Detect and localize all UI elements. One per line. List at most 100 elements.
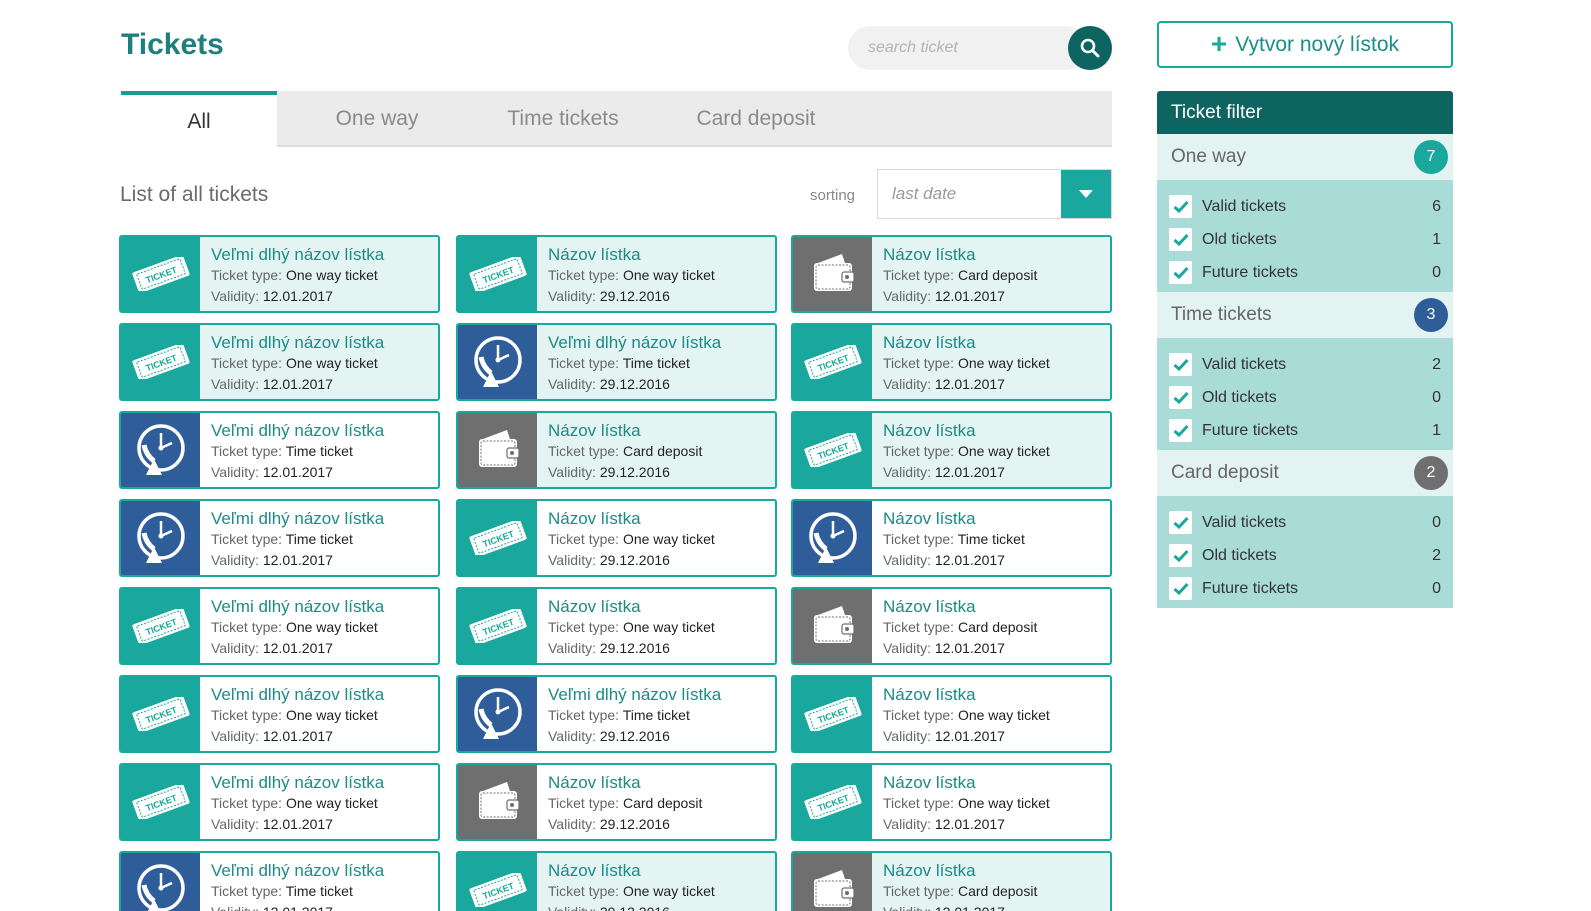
- ticket-card[interactable]: TICKET Veľmi dlhý názov lístka Ticket ty…: [119, 235, 440, 313]
- filter-option-old-tickets[interactable]: Old tickets 0: [1157, 381, 1453, 414]
- sorting-dropdown-button[interactable]: [1061, 170, 1111, 218]
- ticket-validity-value: 12.01.2017: [263, 904, 333, 911]
- filter-checkbox[interactable]: [1169, 261, 1192, 284]
- ticket-type-value: Card deposit: [622, 443, 703, 459]
- wallet-icon: [813, 254, 855, 291]
- filter-checkbox[interactable]: [1169, 353, 1192, 376]
- ticket-type-label: Ticket type:: [548, 443, 620, 459]
- ticket-card[interactable]: TICKET Veľmi dlhý názov lístka Ticket ty…: [119, 587, 440, 665]
- sorting-select[interactable]: last date: [877, 169, 1112, 219]
- filter-option-valid-tickets[interactable]: Valid tickets 0: [1157, 506, 1453, 539]
- ticket-type-value: Time ticket: [285, 883, 353, 899]
- ticket-name: Názov lístka: [548, 509, 641, 528]
- filter-option-valid-tickets[interactable]: Valid tickets 6: [1157, 190, 1453, 223]
- ticket-type: Ticket type: Card deposit: [883, 881, 1037, 902]
- search-input[interactable]: [848, 26, 1088, 70]
- ticket-card[interactable]: Veľmi dlhý názov lístka Ticket type: Tim…: [456, 675, 777, 753]
- filter-checkbox[interactable]: [1169, 419, 1192, 442]
- ticket-card[interactable]: TICKET Veľmi dlhý názov lístka Ticket ty…: [119, 763, 440, 841]
- filter-checkbox[interactable]: [1169, 228, 1192, 251]
- tab-time-tickets[interactable]: Time tickets: [477, 91, 649, 147]
- ticket-validity-label: Validity:: [548, 728, 596, 744]
- ticket-card[interactable]: TICKET Názov lístka Ticket type: One way…: [791, 323, 1112, 401]
- tab-card-deposit[interactable]: Card deposit: [649, 91, 863, 147]
- ticket-validity-value: 29.12.2016: [599, 288, 670, 304]
- filter-option-label: Old tickets: [1202, 230, 1277, 248]
- ticket-name: Názov lístka: [883, 421, 976, 440]
- filter-option-future-tickets[interactable]: Future tickets 0: [1157, 256, 1453, 289]
- ticket-icon: TICKET: [131, 345, 190, 379]
- ticket-card[interactable]: Názov lístka Ticket type: Time ticket Va…: [791, 499, 1112, 577]
- ticket-validity: Validity: 12.01.2017: [883, 374, 1050, 395]
- ticket-card[interactable]: TICKET Názov lístka Ticket type: One way…: [456, 499, 777, 577]
- ticket-card[interactable]: Názov lístka Ticket type: Card deposit V…: [456, 763, 777, 841]
- ticket-card[interactable]: TICKET Veľmi dlhý názov lístka Ticket ty…: [119, 675, 440, 753]
- ticket-card-icon-area: [121, 413, 200, 487]
- ticket-card[interactable]: TICKET Názov lístka Ticket type: One way…: [456, 851, 777, 911]
- ticket-card-icon-area: [458, 325, 537, 399]
- ticket-validity-value: 12.01.2017: [262, 728, 333, 744]
- sorting-value: last date: [892, 184, 957, 203]
- ticket-validity: Validity: 29.12.2016: [548, 814, 702, 835]
- filter-checkbox[interactable]: [1169, 511, 1192, 534]
- ticket-type: Ticket type: One way ticket: [883, 441, 1050, 462]
- ticket-type: Ticket type: Time ticket: [211, 441, 384, 462]
- ticket-name: Názov lístka: [883, 861, 976, 880]
- ticket-name: Názov lístka: [883, 773, 976, 792]
- ticket-type-value: One way ticket: [285, 795, 378, 811]
- filter-group-card-deposit[interactable]: Card deposit 2: [1157, 450, 1453, 496]
- ticket-card[interactable]: Veľmi dlhý názov lístka Ticket type: Tim…: [119, 851, 440, 911]
- filter-checkbox[interactable]: [1169, 544, 1192, 567]
- ticket-card[interactable]: Veľmi dlhý názov lístka Ticket type: Tim…: [456, 323, 777, 401]
- filter-option-future-tickets[interactable]: Future tickets 0: [1157, 572, 1453, 605]
- filter-checkbox[interactable]: [1169, 577, 1192, 600]
- filter-group-one-way[interactable]: One way 7: [1157, 134, 1453, 180]
- ticket-card[interactable]: Názov lístka Ticket type: Card deposit V…: [791, 235, 1112, 313]
- filter-group-count-badge: 2: [1414, 456, 1448, 490]
- ticket-card[interactable]: TICKET Názov lístka Ticket type: One way…: [791, 411, 1112, 489]
- clock-icon: [136, 864, 185, 911]
- ticket-card[interactable]: TICKET Názov lístka Ticket type: One way…: [456, 235, 777, 313]
- ticket-card[interactable]: Názov lístka Ticket type: Card deposit V…: [791, 851, 1112, 911]
- ticket-type: Ticket type: Card deposit: [883, 265, 1037, 286]
- ticket-name: Veľmi dlhý názov lístka: [211, 509, 385, 528]
- ticket-name: Názov lístka: [883, 597, 976, 616]
- ticket-validity-value: 12.01.2017: [262, 552, 333, 568]
- ticket-card[interactable]: Veľmi dlhý názov lístka Ticket type: Tim…: [119, 411, 440, 489]
- ticket-name: Názov lístka: [548, 861, 641, 880]
- ticket-validity-label: Validity:: [211, 904, 259, 911]
- ticket-validity-label: Validity:: [211, 376, 259, 392]
- tab-all[interactable]: All: [121, 91, 277, 149]
- filter-option-valid-tickets[interactable]: Valid tickets 2: [1157, 348, 1453, 381]
- search-button[interactable]: [1068, 26, 1112, 70]
- ticket-card[interactable]: TICKET Názov lístka Ticket type: One way…: [791, 763, 1112, 841]
- filter-option-old-tickets[interactable]: Old tickets 1: [1157, 223, 1453, 256]
- filter-checkbox[interactable]: [1169, 195, 1192, 218]
- filter-group-options: Valid tickets 0 Old tickets 2 Future tickets…: [1157, 496, 1453, 608]
- ticket-validity: Validity: 12.01.2017: [211, 814, 384, 835]
- ticket-card[interactable]: TICKET Názov lístka Ticket type: One way…: [456, 587, 777, 665]
- ticket-type-value: One way ticket: [285, 355, 378, 371]
- ticket-validity: Validity: 12.01.2017: [211, 374, 384, 395]
- ticket-card[interactable]: Názov lístka Ticket type: Card deposit V…: [791, 587, 1112, 665]
- new-ticket-button[interactable]: + Vytvor nový lístok: [1157, 21, 1453, 68]
- filter-option-label: Valid tickets: [1202, 197, 1287, 215]
- filter-checkbox[interactable]: [1169, 386, 1192, 409]
- ticket-type: Ticket type: One way ticket: [548, 529, 715, 550]
- ticket-icon: TICKET: [468, 257, 527, 291]
- ticket-type-value: One way ticket: [957, 795, 1050, 811]
- ticket-validity-label: Validity:: [211, 640, 259, 656]
- ticket-card[interactable]: TICKET Názov lístka Ticket type: One way…: [791, 675, 1112, 753]
- ticket-card-icon-area: TICKET: [458, 501, 537, 575]
- ticket-validity: Validity: 12.01.2017: [211, 638, 384, 659]
- ticket-card[interactable]: Názov lístka Ticket type: Card deposit V…: [456, 411, 777, 489]
- filter-option-future-tickets[interactable]: Future tickets 1: [1157, 414, 1453, 447]
- tab-one-way[interactable]: One way: [277, 91, 477, 147]
- ticket-card-icon-area: TICKET: [793, 413, 872, 487]
- list-title: List of all tickets: [120, 183, 269, 206]
- ticket-card[interactable]: Veľmi dlhý názov lístka Ticket type: Tim…: [119, 499, 440, 577]
- filter-option-old-tickets[interactable]: Old tickets 2: [1157, 539, 1453, 572]
- ticket-card[interactable]: TICKET Veľmi dlhý názov lístka Ticket ty…: [119, 323, 440, 401]
- ticket-filter-title: Ticket filter: [1157, 91, 1453, 134]
- filter-group-time-tickets[interactable]: Time tickets 3: [1157, 292, 1453, 338]
